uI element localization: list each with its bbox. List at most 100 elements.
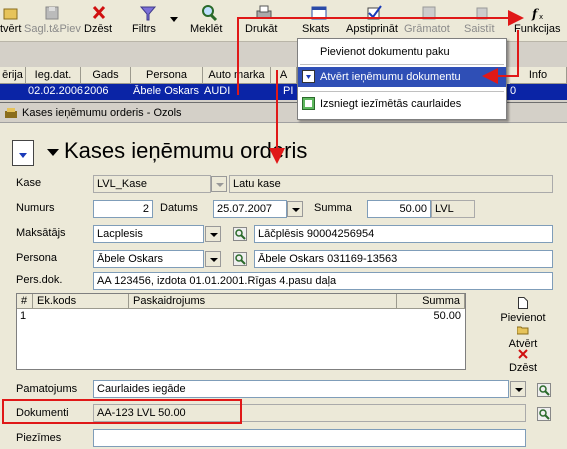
link-icon bbox=[476, 7, 488, 20]
toolbar-view-button[interactable]: Skats bbox=[302, 4, 336, 40]
kase-dropdown[interactable] bbox=[211, 176, 227, 192]
menu-item-issue-passes[interactable]: Izsniegt iezīmētās caurlaides bbox=[298, 94, 506, 114]
line-number: 1 bbox=[20, 310, 27, 322]
menu-item-open-income-document[interactable]: Atvērt ieņēmumu dokumentu bbox=[298, 67, 506, 87]
main-toolbar: tvērt Sagl.t&Piev Dzēst Filtrs Meklēt Dr… bbox=[0, 0, 567, 42]
toolbar-print-button[interactable]: Drukāt bbox=[245, 4, 283, 40]
open-line-button[interactable]: Atvērt bbox=[498, 325, 548, 350]
document-header: Kases ieņēmumu orderis bbox=[0, 124, 567, 174]
menu-separator bbox=[300, 64, 504, 65]
chevron-down-icon[interactable] bbox=[47, 149, 59, 156]
toolbar-book-button[interactable]: Grāmatot bbox=[404, 4, 454, 40]
line-items-grid[interactable]: # Ek.kods Paskaidrojums Summa 1 50.00 bbox=[16, 293, 466, 370]
highlight-annotation bbox=[2, 399, 242, 424]
column-header[interactable]: Gads bbox=[81, 67, 131, 84]
piezimes-field[interactable] bbox=[93, 429, 526, 447]
currency-field: LVL bbox=[431, 200, 475, 218]
column-header[interactable]: Info bbox=[510, 67, 567, 84]
persdok-field[interactable]: AA 123456, izdota 01.01.2001.Rīgas 4.pas… bbox=[93, 272, 553, 290]
persona-dropdown[interactable] bbox=[205, 251, 221, 267]
delete-icon bbox=[92, 5, 106, 20]
add-line-button[interactable]: Pievienot bbox=[498, 297, 548, 324]
numurs-label: Numurs bbox=[16, 202, 55, 214]
grid-cell: 2006 bbox=[84, 85, 109, 97]
summa-field[interactable]: 50.00 bbox=[367, 200, 431, 218]
line-sum: 50.00 bbox=[433, 310, 461, 322]
new-document-icon bbox=[518, 297, 528, 309]
delete-icon bbox=[518, 349, 528, 359]
open-document-icon bbox=[302, 70, 315, 83]
datums-label: Datums bbox=[160, 202, 198, 214]
column-header[interactable]: Persona bbox=[131, 67, 203, 84]
menu-separator bbox=[300, 91, 504, 92]
persdok-label: Pers.dok. bbox=[16, 274, 63, 286]
view-icon bbox=[311, 6, 327, 20]
column-header[interactable]: Ieg.dat. bbox=[26, 67, 81, 84]
maksatajs-label: Maksātājs bbox=[16, 227, 66, 239]
toolbar-delete-button[interactable]: Dzēst bbox=[84, 4, 114, 40]
persona-detail-field: Ābele Oskars 031169-13563 bbox=[254, 250, 553, 268]
column-header[interactable]: Ek.kods bbox=[33, 294, 129, 309]
svg-text:f: f bbox=[531, 7, 539, 21]
page-title: Kases ieņēmumu orderis bbox=[64, 138, 308, 163]
datums-calendar-button[interactable] bbox=[287, 201, 303, 217]
maksatajs-field[interactable]: Lacplesis bbox=[93, 225, 204, 243]
grid-cell: 02.02.2006 bbox=[28, 85, 84, 97]
pamatojums-field[interactable]: Caurlaides iegāde bbox=[93, 380, 509, 398]
persona-lookup-icon[interactable] bbox=[233, 252, 247, 266]
document-icon bbox=[12, 140, 34, 166]
toolbar-filter-button[interactable]: Filtrs bbox=[132, 4, 164, 40]
open-icon bbox=[3, 8, 18, 20]
column-header[interactable]: Summa bbox=[397, 294, 465, 309]
open-folder-icon bbox=[516, 326, 529, 335]
filter-icon bbox=[139, 6, 157, 21]
save-add-icon bbox=[45, 6, 59, 20]
maksatajs-lookup-icon[interactable] bbox=[233, 227, 247, 241]
grid-cell: 0 bbox=[510, 85, 517, 97]
toolbar-link-button[interactable]: Saistīt bbox=[464, 4, 500, 40]
filter-dropdown-arrow[interactable] bbox=[168, 14, 180, 50]
persona-field[interactable]: Ābele Oskars bbox=[93, 250, 204, 268]
pamatojums-dropdown[interactable] bbox=[510, 381, 526, 397]
column-header[interactable]: ērija bbox=[0, 67, 26, 84]
column-header[interactable]: A bbox=[271, 67, 297, 84]
grid-cell: Ābele Oskars bbox=[133, 85, 200, 97]
approve-icon bbox=[367, 5, 382, 20]
print-icon bbox=[256, 5, 272, 19]
kase-label: Kase bbox=[16, 177, 42, 189]
svg-text:x: x bbox=[539, 13, 543, 21]
delete-line-button[interactable]: Dzēst bbox=[498, 349, 548, 374]
book-icon bbox=[422, 6, 436, 20]
dokumenti-lookup-icon[interactable] bbox=[537, 407, 551, 421]
function-icon: fx bbox=[531, 7, 543, 21]
grid-cell: PI bbox=[283, 85, 294, 97]
kase-field[interactable]: LVL_Kase bbox=[93, 175, 211, 193]
issue-pass-icon bbox=[302, 97, 315, 110]
window-app-icon bbox=[5, 108, 17, 118]
datums-field[interactable]: 25.07.2007 bbox=[213, 200, 287, 218]
column-header[interactable]: Paskaidrojums bbox=[129, 294, 397, 309]
toolbar-save-add-button[interactable]: Sagl.t&Piev bbox=[24, 4, 81, 40]
piezimes-label: Piezīmes bbox=[16, 432, 62, 444]
maksatajs-detail-field: Lāčplēsis 90004256954 bbox=[254, 225, 553, 243]
toolbar-approve-button[interactable]: Apstiprināt bbox=[346, 4, 402, 40]
summa-label: Summa bbox=[314, 202, 352, 214]
menu-item-add-document-pack[interactable]: Pievienot dokumentu paku bbox=[298, 42, 506, 62]
pamatojums-label: Pamatojums bbox=[16, 383, 78, 395]
toolbar-functions-button[interactable]: fx Funkcijas bbox=[514, 4, 564, 40]
table-row[interactable]: 1 50.00 bbox=[17, 310, 465, 324]
maksatajs-dropdown[interactable] bbox=[205, 226, 221, 242]
column-header[interactable]: # bbox=[17, 294, 33, 309]
functions-menu: Pievienot dokumentu paku Atvērt ieņēmumu… bbox=[297, 38, 507, 120]
search-icon bbox=[202, 5, 218, 22]
column-header[interactable]: Auto marka bbox=[203, 67, 271, 84]
pamatojums-lookup-icon[interactable] bbox=[537, 383, 551, 397]
toolbar-open-button[interactable]: tvērt bbox=[0, 4, 22, 40]
numurs-field[interactable]: 2 bbox=[93, 200, 153, 218]
document-arrow-icon bbox=[19, 153, 27, 158]
cash-order-window: Kases ieņēmumu orderis - Ozols Kases ieņ… bbox=[0, 102, 567, 449]
grid-cell: AUDI bbox=[204, 85, 231, 97]
persona-label: Persona bbox=[16, 252, 57, 264]
toolbar-search-button[interactable]: Meklēt bbox=[190, 4, 228, 40]
kase-name-field: Latu kase bbox=[229, 175, 553, 193]
